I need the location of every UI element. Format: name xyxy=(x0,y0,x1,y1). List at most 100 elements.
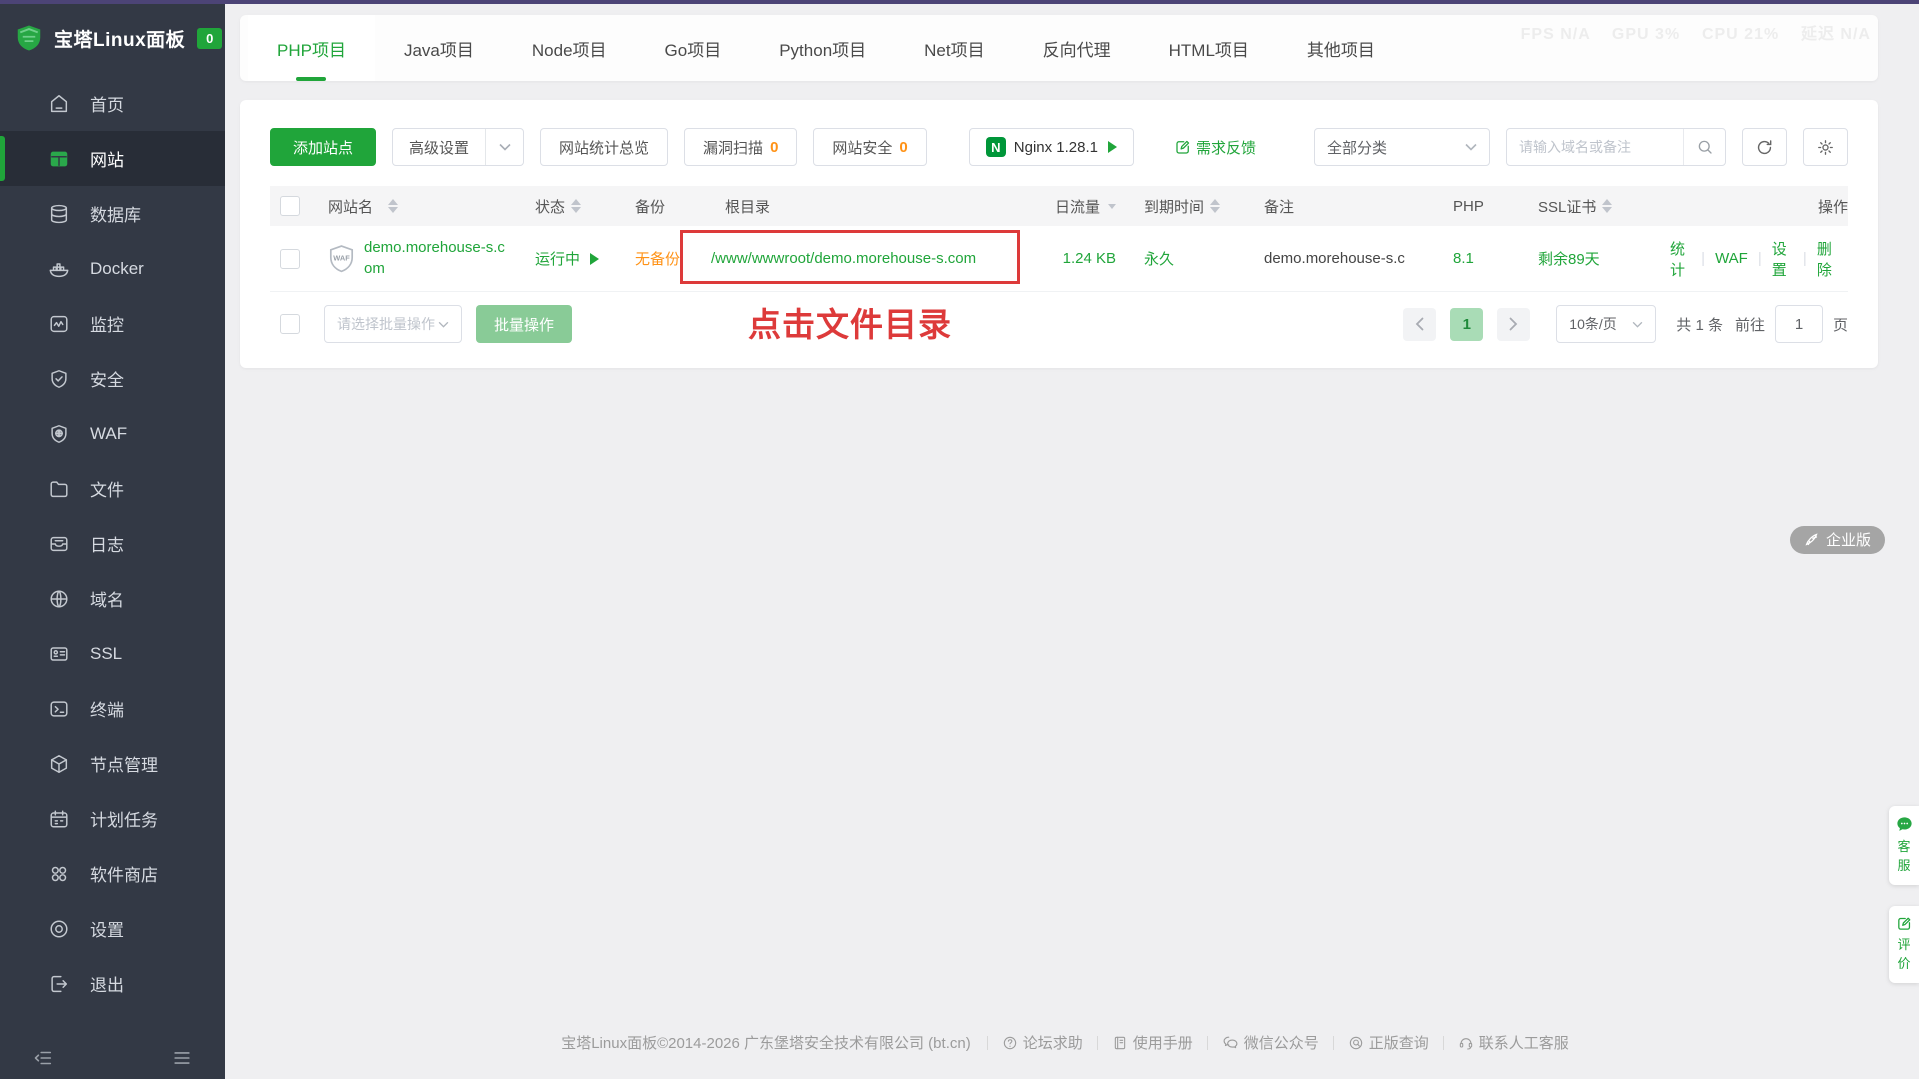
sidebar-item-settings[interactable]: 设置 xyxy=(0,901,225,956)
search-input[interactable] xyxy=(1507,139,1683,155)
site-security-button[interactable]: 网站安全 0 xyxy=(813,128,926,166)
row-checkbox[interactable] xyxy=(280,249,300,269)
collapse-sidebar-icon[interactable] xyxy=(32,1047,54,1069)
tab-net[interactable]: Net项目 xyxy=(895,15,1013,81)
sidebar-item-label: 文件 xyxy=(90,476,124,501)
column-header-traffic[interactable]: 日流量 xyxy=(1035,186,1130,226)
sort-carets-icon[interactable] xyxy=(1602,199,1612,213)
sidebar-item-logout[interactable]: 退出 xyxy=(0,956,225,1011)
sidebar-item-database[interactable]: 数据库 xyxy=(0,186,225,241)
tab-reverse-proxy[interactable]: 反向代理 xyxy=(1014,15,1140,81)
bottom-bar: 请选择批量操作 批量操作 1 10条/页 xyxy=(270,305,1848,343)
php-version-link[interactable]: 8.1 xyxy=(1453,250,1474,267)
sidebar-item-home[interactable]: 首页 xyxy=(0,76,225,131)
sidebar-item-terminal[interactable]: 终端 xyxy=(0,681,225,736)
goto-page-input[interactable] xyxy=(1775,305,1823,343)
action-settings-link[interactable]: 设置 xyxy=(1762,238,1803,280)
edition-badge[interactable]: 企业版 xyxy=(1790,526,1885,554)
sort-carets-icon[interactable] xyxy=(571,199,581,213)
tab-python[interactable]: Python项目 xyxy=(750,15,895,81)
add-site-button[interactable]: 添加站点 xyxy=(270,128,376,166)
sidebar-item-node-manage[interactable]: 节点管理 xyxy=(0,736,225,791)
sidebar-item-docker[interactable]: Docker xyxy=(0,241,225,296)
site-status[interactable]: 运行中 xyxy=(535,248,599,269)
footer-link-wechat[interactable]: 微信公众号 xyxy=(1208,1032,1333,1053)
folder-icon xyxy=(48,478,70,500)
headset-icon xyxy=(1458,1035,1474,1051)
prev-page-button[interactable] xyxy=(1403,308,1436,341)
search-icon[interactable] xyxy=(1683,129,1725,165)
site-stats-overview-button[interactable]: 网站统计总览 xyxy=(540,128,668,166)
sidebar-item-ssl[interactable]: SSL xyxy=(0,626,225,681)
chevron-down-icon[interactable] xyxy=(485,129,523,165)
site-note[interactable]: demo.morehouse-s.c xyxy=(1264,250,1405,267)
footer-link-label: 使用手册 xyxy=(1133,1032,1193,1053)
footer-link-forum-help[interactable]: 论坛求助 xyxy=(988,1032,1097,1053)
review-button[interactable]: 评价 xyxy=(1889,906,1919,983)
site-list-card: 添加站点 高级设置 网站统计总览 漏洞扫描 0 网站安全 0 N Nginx 1… xyxy=(240,100,1878,368)
sidebar-item-cron[interactable]: 计划任务 xyxy=(0,791,225,846)
column-header-ssl[interactable]: SSL证书 xyxy=(1510,186,1660,226)
menu-list-icon[interactable] xyxy=(171,1047,193,1069)
sidebar-item-security[interactable]: 安全 xyxy=(0,351,225,406)
advanced-settings-button[interactable]: 高级设置 xyxy=(392,128,524,166)
ssl-cert-link[interactable]: 剩余89天 xyxy=(1538,248,1600,269)
action-stats-link[interactable]: 统计 xyxy=(1660,238,1701,280)
column-header-status[interactable]: 状态 xyxy=(515,186,615,226)
page-size-select[interactable]: 10条/页 xyxy=(1556,305,1656,343)
tab-java[interactable]: Java项目 xyxy=(375,15,503,81)
filter-caret-icon[interactable] xyxy=(1108,204,1116,209)
daily-traffic[interactable]: 1.24 KB xyxy=(1063,250,1116,267)
footer-link-genuine-check[interactable]: 正版查询 xyxy=(1334,1032,1443,1053)
sidebar-item-monitor[interactable]: 监控 xyxy=(0,296,225,351)
batch-action-select[interactable]: 请选择批量操作 xyxy=(324,305,462,343)
batch-execute-button[interactable]: 批量操作 xyxy=(476,305,572,343)
sort-carets-icon[interactable] xyxy=(1210,199,1220,213)
customer-service-button[interactable]: 客服 xyxy=(1889,806,1919,885)
tab-php[interactable]: PHP项目 xyxy=(248,15,375,81)
sidebar-item-app-store[interactable]: 软件商店 xyxy=(0,846,225,901)
review-label: 评价 xyxy=(1896,936,1912,974)
column-header-expire[interactable]: 到期时间 xyxy=(1130,186,1240,226)
tab-go[interactable]: Go项目 xyxy=(636,15,751,81)
tab-other[interactable]: 其他项目 xyxy=(1278,15,1404,81)
footer-link-manual[interactable]: 使用手册 xyxy=(1098,1032,1207,1053)
tab-node[interactable]: Node项目 xyxy=(503,15,636,81)
sidebar-item-files[interactable]: 文件 xyxy=(0,461,225,516)
vuln-scan-button[interactable]: 漏洞扫描 0 xyxy=(684,128,797,166)
refresh-button[interactable] xyxy=(1742,128,1787,166)
root-path-link[interactable]: /www/wwwroot/demo.morehouse-s.com xyxy=(711,250,976,267)
cube-icon xyxy=(48,753,70,775)
footer-link-support[interactable]: 联系人工客服 xyxy=(1444,1032,1583,1053)
sidebar-item-label: 日志 xyxy=(90,531,124,556)
sidebar-item-waf[interactable]: WAF xyxy=(0,406,225,461)
current-page[interactable]: 1 xyxy=(1450,308,1483,341)
expire-time-link[interactable]: 永久 xyxy=(1144,248,1174,269)
customer-service-label: 客服 xyxy=(1896,838,1912,876)
column-label: SSL证书 xyxy=(1538,196,1596,217)
next-page-button[interactable] xyxy=(1497,308,1530,341)
sidebar-bottom-bar xyxy=(0,1047,225,1069)
action-waf-link[interactable]: WAF xyxy=(1705,250,1758,267)
backup-status-link[interactable]: 无备份 xyxy=(635,248,680,269)
message-count-badge[interactable]: 0 xyxy=(197,28,222,49)
category-select[interactable]: 全部分类 xyxy=(1314,128,1490,166)
sidebar-item-domain[interactable]: 域名 xyxy=(0,571,225,626)
tab-html[interactable]: HTML项目 xyxy=(1140,15,1278,81)
column-header-site-name[interactable]: 网站名 xyxy=(310,186,515,226)
column-label: 根目录 xyxy=(725,196,770,217)
sidebar-item-website[interactable]: 网站 xyxy=(0,131,225,186)
feedback-link[interactable]: 需求反馈 xyxy=(1174,137,1256,158)
baota-shield-icon xyxy=(14,23,44,53)
sidebar-item-logs[interactable]: 日志 xyxy=(0,516,225,571)
settings-button[interactable] xyxy=(1803,128,1848,166)
nginx-button[interactable]: N Nginx 1.28.1 xyxy=(969,128,1134,166)
footer-link-label: 微信公众号 xyxy=(1244,1032,1319,1053)
home-icon xyxy=(48,93,70,115)
sort-carets-icon[interactable] xyxy=(388,199,398,213)
select-all-checkbox[interactable] xyxy=(280,196,300,216)
select-all-checkbox[interactable] xyxy=(280,314,300,334)
website-icon xyxy=(48,148,70,170)
action-delete-link[interactable]: 删除 xyxy=(1807,238,1848,280)
site-name-link[interactable]: demo.morehouse-s.com xyxy=(364,238,506,279)
